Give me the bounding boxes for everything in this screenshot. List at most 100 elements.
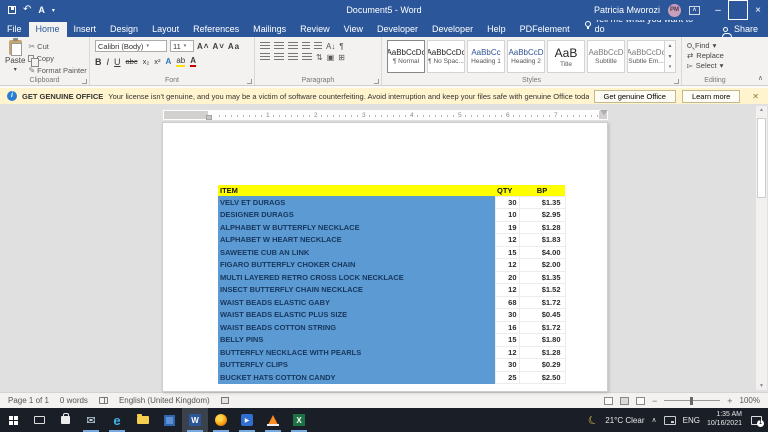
- tab-references[interactable]: References: [186, 22, 246, 37]
- cell-item[interactable]: ALPHABET W BUTTERFLY NECKLACE: [218, 221, 495, 234]
- cell-item[interactable]: ALPHABET W HEART NECKLACE: [218, 234, 495, 247]
- vertical-scrollbar[interactable]: ▲ ▼: [756, 106, 767, 390]
- weather-label[interactable]: 21°C Clear: [605, 416, 644, 425]
- cell-qty[interactable]: 15: [495, 334, 519, 347]
- cell-qty[interactable]: 15: [495, 246, 519, 259]
- tab-insert[interactable]: Insert: [67, 22, 104, 37]
- cell-qty[interactable]: 10: [495, 209, 519, 222]
- increase-indent-icon[interactable]: [314, 42, 322, 51]
- mail-icon[interactable]: ✉: [78, 408, 104, 432]
- style--normal[interactable]: AaBbCcDc¶ Normal: [387, 40, 425, 73]
- cell-bp[interactable]: $4.00: [519, 246, 565, 259]
- tab-developer-2[interactable]: Developer: [425, 22, 480, 37]
- cell-qty[interactable]: 30: [495, 359, 519, 372]
- cell-qty[interactable]: 12: [495, 346, 519, 359]
- table-row[interactable]: ALPHABET W HEART NECKLACE12$1.83: [218, 234, 565, 247]
- table-row[interactable]: MULTI LAYERED RETRO CROSS LOCK NECKLACE2…: [218, 271, 565, 284]
- table-row[interactable]: BUCKET HATS COTTON CANDY25$2.50: [218, 371, 565, 384]
- input-language[interactable]: ENG: [683, 416, 700, 425]
- cell-item[interactable]: BELLY PINS: [218, 334, 495, 347]
- table-header-row[interactable]: ITEMQTYBP: [218, 185, 565, 196]
- sort-icon[interactable]: A↓: [326, 42, 335, 51]
- store-icon[interactable]: [52, 408, 78, 432]
- banner-close-icon[interactable]: ✕: [752, 92, 759, 101]
- align-left-icon[interactable]: [260, 53, 270, 62]
- cell-bp[interactable]: $2.50: [519, 371, 565, 384]
- cell-qty[interactable]: 19: [495, 221, 519, 234]
- cell-qty[interactable]: 30: [495, 196, 519, 209]
- taskview-icon[interactable]: [26, 408, 52, 432]
- start-icon[interactable]: [0, 408, 26, 432]
- movies-icon[interactable]: ▶: [234, 408, 260, 432]
- read-mode-icon[interactable]: [604, 397, 613, 405]
- borders-icon[interactable]: ⊞: [338, 53, 345, 62]
- style-title[interactable]: AaBTitle: [547, 40, 585, 73]
- replace-button[interactable]: ⇄Replace: [687, 51, 743, 60]
- find-button[interactable]: Find▾: [687, 41, 743, 50]
- zoom-slider[interactable]: [664, 400, 720, 401]
- tab-review[interactable]: Review: [293, 22, 337, 37]
- cell-qty[interactable]: 68: [495, 296, 519, 309]
- cell-item[interactable]: FIGARO BUTTERFLY CHOKER CHAIN: [218, 259, 495, 272]
- cell-bp[interactable]: $1.35: [519, 196, 565, 209]
- cut-button[interactable]: ✂Cut: [28, 42, 86, 51]
- numbering-icon[interactable]: [274, 42, 284, 51]
- format-painter-button[interactable]: ✎Format Painter: [28, 66, 86, 75]
- table-row[interactable]: WAIST BEADS ELASTIC PLUS SIZE30$0.45: [218, 309, 565, 322]
- autosave-icon[interactable]: A: [38, 5, 45, 15]
- cell-item[interactable]: DESIGNER DURAGS: [218, 209, 495, 222]
- strikethrough-button[interactable]: abc: [126, 57, 138, 66]
- style-heading-1[interactable]: AaBbCcHeading 1: [467, 40, 505, 73]
- table-row[interactable]: DESIGNER DURAGS10$2.95: [218, 209, 565, 222]
- tab-file[interactable]: File: [0, 22, 29, 37]
- horizontal-ruler[interactable]: 1234567: [162, 109, 609, 121]
- multilevel-list-icon[interactable]: [288, 42, 298, 51]
- font-color-button[interactable]: A: [190, 56, 196, 67]
- text-effects-button[interactable]: A: [166, 57, 172, 66]
- bold-button[interactable]: B: [95, 57, 102, 67]
- scroll-up-icon[interactable]: ▲: [756, 107, 767, 113]
- paragraph-dialog-launcher[interactable]: [374, 79, 379, 84]
- learn-more-button[interactable]: Learn more: [682, 90, 740, 103]
- clipboard-dialog-launcher[interactable]: [82, 79, 87, 84]
- cell-bp[interactable]: $0.29: [519, 359, 565, 372]
- vlc-icon[interactable]: [260, 408, 286, 432]
- proofing-icon[interactable]: [99, 397, 108, 404]
- style-heading-2[interactable]: AaBbCcDHeading 2: [507, 40, 545, 73]
- table-row[interactable]: SAWEETIE CUB AN LINK15$4.00: [218, 246, 565, 259]
- copy-button[interactable]: Copy: [28, 54, 86, 63]
- get-genuine-office-button[interactable]: Get genuine Office: [594, 90, 676, 103]
- share-button[interactable]: Share: [713, 22, 768, 37]
- cell-item[interactable]: BUTTERFLY NECKLACE WITH PEARLS: [218, 346, 495, 359]
- language-indicator[interactable]: English (United Kingdom): [119, 396, 210, 405]
- paste-dropdown-icon[interactable]: ▾: [14, 66, 17, 73]
- cell-item[interactable]: VELV ET DURAGS: [218, 196, 495, 209]
- ribbon-display-options-icon[interactable]: ∧: [689, 6, 700, 15]
- font-size-combo[interactable]: 11▾: [170, 40, 194, 52]
- font-dialog-launcher[interactable]: [247, 79, 252, 84]
- cell-item[interactable]: SAWEETIE CUB AN LINK: [218, 246, 495, 259]
- tray-expand-icon[interactable]: ∧: [651, 416, 656, 424]
- table-row[interactable]: WAIST BEADS ELASTIC GABY68$1.72: [218, 296, 565, 309]
- show-marks-icon[interactable]: ¶: [339, 42, 343, 51]
- line-spacing-icon[interactable]: ⇅: [316, 53, 323, 62]
- cell-qty[interactable]: 12: [495, 234, 519, 247]
- cell-qty[interactable]: 20: [495, 271, 519, 284]
- cell-bp[interactable]: $1.28: [519, 346, 565, 359]
- cell-bp[interactable]: $2.95: [519, 209, 565, 222]
- scroll-down-icon[interactable]: ▼: [756, 383, 767, 389]
- style--no-spac-[interactable]: AaBbCcDc¶ No Spac...: [427, 40, 465, 73]
- web-layout-icon[interactable]: [636, 397, 645, 405]
- highlight-color-button[interactable]: ab: [176, 56, 185, 67]
- cell-qty[interactable]: 12: [495, 259, 519, 272]
- cell-item[interactable]: MULTI LAYERED RETRO CROSS LOCK NECKLACE: [218, 271, 495, 284]
- tab-developer[interactable]: Developer: [370, 22, 425, 37]
- subscript-button[interactable]: x₂: [143, 57, 150, 66]
- explorer-icon[interactable]: [130, 408, 156, 432]
- edge-icon[interactable]: e: [104, 408, 130, 432]
- table-row[interactable]: BELLY PINS15$1.80: [218, 334, 565, 347]
- align-center-icon[interactable]: [274, 53, 284, 62]
- cell-item[interactable]: INSECT BUTTERFLY CHAIN NECKLACE: [218, 284, 495, 297]
- table-row[interactable]: INSECT BUTTERFLY CHAIN NECKLACE12$1.52: [218, 284, 565, 297]
- cell-item[interactable]: WAIST BEADS ELASTIC GABY: [218, 296, 495, 309]
